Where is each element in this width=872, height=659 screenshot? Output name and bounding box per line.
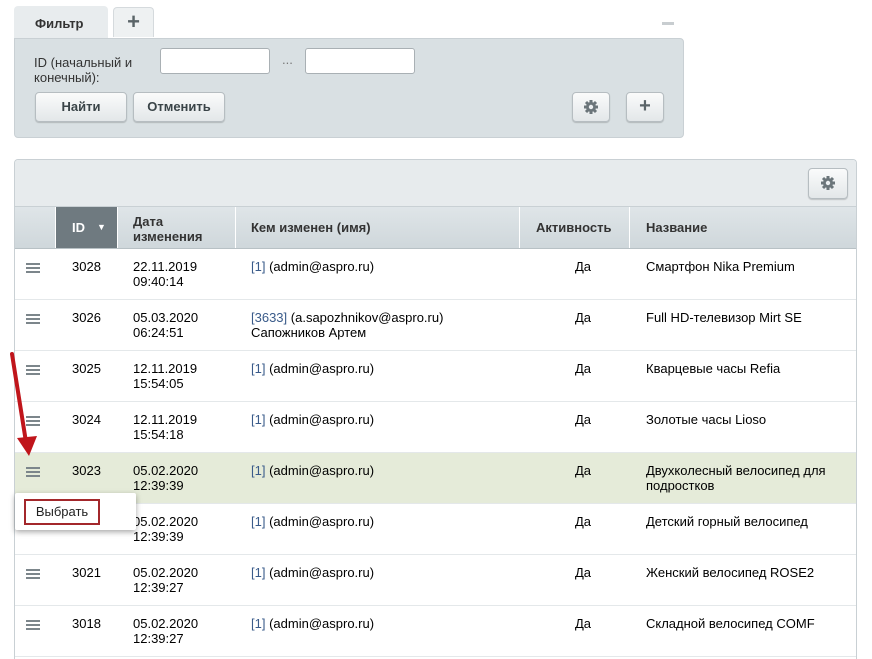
row-date: 05.02.2020 12:39:27 [133,616,199,646]
row-active: Да [575,412,592,427]
row-name: Full HD-телевизор Mirt SE [646,310,802,325]
column-date-label: Дата изменения [133,214,203,244]
row-name: Детский горный велосипед [646,514,808,529]
row-changed-by: [1] (admin@aspro.ru) [251,463,375,478]
row-menu-icon[interactable] [26,467,40,477]
sort-desc-icon: ▼ [97,222,106,232]
row-changed-by: [1] (admin@aspro.ru) [251,259,375,274]
table-row[interactable]: 3021 05.02.2020 12:39:27 [1] (admin@aspro… [15,555,856,606]
header-actions [15,207,56,248]
user-link[interactable]: [1] [251,361,265,376]
row-id: 3028 [72,259,101,274]
user-link[interactable]: [1] [251,514,265,529]
table-row[interactable]: 05.02.2020 12:39:39 [1] (admin@aspro.ru) … [15,504,856,555]
row-active: Да [575,259,592,274]
column-header-name[interactable]: Название [630,207,856,248]
grid-header: ID ▼ Дата изменения Кем изменен (имя) Ак… [15,207,856,249]
row-date: 05.02.2020 12:39:39 [133,463,199,493]
row-id: 3021 [72,565,101,580]
row-active: Да [575,310,592,325]
select-menu-item[interactable]: Выбрать [24,499,100,525]
row-date: 12.11.2019 15:54:18 [133,412,198,442]
row-id: 3023 [72,463,101,478]
column-header-id[interactable]: ID ▼ [56,207,118,248]
column-header-date[interactable]: Дата изменения [118,207,236,248]
row-id: 3018 [72,616,101,631]
user-link[interactable]: [3633] [251,310,287,325]
user-link[interactable]: [1] [251,463,265,478]
plus-icon: + [127,9,140,34]
row-date: 05.03.2020 06:24:51 [133,310,199,340]
row-active: Да [575,616,592,631]
annotation-arrow-icon [10,352,37,456]
row-changed-by: [1] (admin@aspro.ru) [251,616,375,631]
row-changed-by: [1] (admin@aspro.ru) [251,412,375,427]
row-changed-by: [1] (admin@aspro.ru) [251,514,375,529]
row-active: Да [575,463,592,478]
user-link[interactable]: [1] [251,616,265,631]
row-menu-icon[interactable] [26,263,40,273]
row-active: Да [575,565,592,580]
id-to-input[interactable] [305,48,415,74]
row-date: 05.02.2020 12:39:39 [133,514,199,544]
table-row[interactable]: 3028 22.11.2019 09:40:14 [1] (admin@aspro… [15,249,856,300]
row-menu-icon[interactable] [26,314,40,324]
table-row[interactable]: 3018 05.02.2020 12:39:27 [1] (admin@aspro… [15,606,856,657]
row-menu-icon[interactable] [26,620,40,630]
row-changed-by: [3633] (a.sapozhnikov@aspro.ru) Сапожнико… [251,310,444,340]
table-row[interactable]: 3025 12.11.2019 15:54:05 [1] (admin@aspro… [15,351,856,402]
grid-toolbar [15,160,856,207]
add-filter-tab-button[interactable]: + [113,7,154,37]
column-changed-by-label: Кем изменен (имя) [251,220,371,235]
row-name: Двухколесный велосипед для подростков [646,463,826,493]
row-name: Кварцевые часы Refia [646,361,781,376]
row-id: 3025 [72,361,101,376]
user-link[interactable]: [1] [251,259,265,274]
id-range-label: ID (начальный и конечный): [34,55,133,85]
row-menu-icon[interactable] [26,569,40,579]
filter-tab[interactable]: Фильтр [14,6,108,40]
row-active: Да [575,361,592,376]
gear-icon [584,100,598,114]
column-active-label: Активность [536,220,612,235]
row-name: Золотые часы Lioso [646,412,767,427]
id-from-input[interactable] [160,48,270,74]
column-header-active[interactable]: Активность [520,207,630,248]
row-changed-by: [1] (admin@aspro.ru) [251,361,375,376]
plus-icon: + [639,95,651,117]
user-link[interactable]: [1] [251,565,265,580]
row-id: 3024 [72,412,101,427]
gear-icon [821,176,835,190]
find-button[interactable]: Найти [35,92,127,122]
column-id-label: ID [72,220,85,235]
table-row[interactable]: 3026 05.03.2020 06:24:51 [3633] (a.sapozh… [15,300,856,351]
row-date: 12.11.2019 15:54:05 [133,361,198,391]
table-row[interactable]: 3024 12.11.2019 15:54:18 [1] (admin@aspro… [15,402,856,453]
data-grid: ID ▼ Дата изменения Кем изменен (имя) Ак… [14,159,857,659]
table-row-highlighted[interactable]: 3023 05.02.2020 12:39:39 [1] (admin@aspro… [15,453,856,504]
row-date: 05.02.2020 12:39:27 [133,565,199,595]
row-active: Да [575,514,592,529]
column-name-label: Название [646,220,708,235]
cancel-button[interactable]: Отменить [133,92,225,122]
column-header-changed-by[interactable]: Кем изменен (имя) [236,207,520,248]
minimize-filter-icon[interactable] [662,22,674,25]
row-changed-by: [1] (admin@aspro.ru) [251,565,375,580]
user-link[interactable]: [1] [251,412,265,427]
add-filter-field-button[interactable]: + [626,92,664,122]
row-id: 3026 [72,310,101,325]
row-date: 22.11.2019 09:40:14 [133,259,198,289]
row-name: Смартфон Nika Premium [646,259,795,274]
grid-settings-button[interactable] [808,168,848,199]
filter-settings-button[interactable] [572,92,610,122]
row-context-menu: Выбрать [15,493,136,530]
range-separator: ... [282,52,293,67]
row-name: Складной велосипед COMF [646,616,815,631]
row-name: Женский велосипед ROSE2 [646,565,815,580]
